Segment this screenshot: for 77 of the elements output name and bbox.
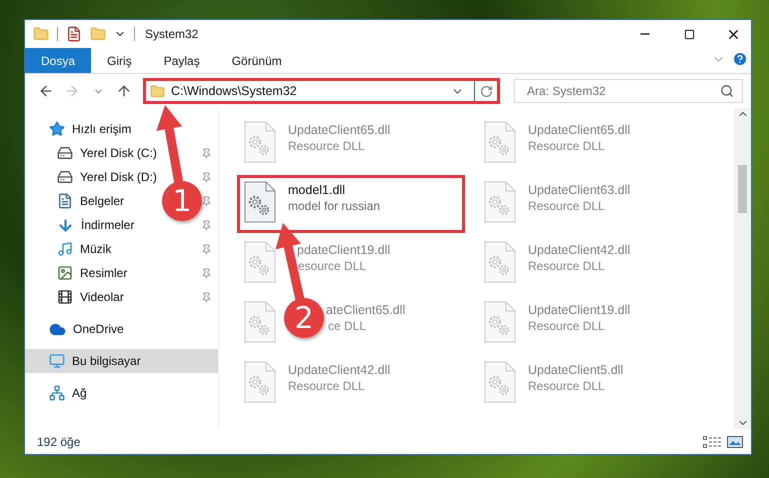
file-name[interactable]: model1.dll [288,183,380,197]
file-name[interactable]: UpdateClient42.dll [288,363,390,377]
gear-file-icon [244,181,276,223]
sidebar-item[interactable]: Belgeler [57,193,124,209]
scrollbar-thumb[interactable] [738,164,747,212]
star-icon [49,121,65,137]
ribbon-tab[interactable]: Paylaş [148,48,216,73]
sidebar-item[interactable]: OneDrive [49,320,124,338]
gear-file-icon [484,301,516,343]
properties-icon [66,26,82,42]
file-description: esource DLL [298,259,368,273]
sidebar-item[interactable]: Müzik [57,241,112,257]
window-title: System32 [145,27,200,41]
new-folder-icon [90,26,106,42]
search-field[interactable]: Ara: System32 [514,79,743,103]
sidebar-item[interactable]: Resimler [57,265,128,281]
sidebar-item[interactable]: Bu bilgisayar [49,353,141,369]
sidebar-item[interactable]: Videolar [57,289,124,305]
file-description: ce DLL [328,319,368,333]
gear-file-icon [484,121,516,163]
sidebar-item[interactable]: Ağ [49,385,87,401]
drive-icon [57,169,73,185]
file-name[interactable]: pdateClient19.dll [297,243,390,257]
monitor-icon [49,353,65,369]
step-number-badge: 2 [284,298,324,338]
up-arrow-icon [116,83,132,99]
download-arrow-icon [57,216,74,234]
file-name[interactable]: ateClient65.dll [326,303,406,317]
file-description: Resource DLL [528,319,606,333]
file-description: Resource DLL [528,199,606,213]
file-description: Resource DLL [528,139,606,153]
refresh-icon [480,84,492,98]
sidebar-item[interactable]: Yerel Disk (D:) [57,169,157,185]
gear-file-icon [484,241,516,283]
gear-file-icon [244,121,276,163]
large-icons-view-icon[interactable] [727,436,743,448]
sidebar-item[interactable]: İndirmeler [57,216,134,234]
search-input[interactable]: Ara: System32 [525,83,720,99]
picture-icon [57,265,73,281]
ribbon-tab[interactable]: Dosya [25,48,92,73]
file-description: Resource DLL [288,379,366,393]
network-icon [49,385,65,401]
file-name[interactable]: UpdateClient42.dll [528,243,630,257]
scrollbar[interactable] [734,108,751,429]
file-name[interactable]: UpdateClient63.dll [528,183,630,197]
file-description: Resource DLL [528,379,606,393]
music-note-icon [57,241,73,257]
sidebar-item[interactable]: Hızlı erişim [49,121,132,137]
folder-icon [150,84,165,98]
drive-icon [57,145,73,161]
folder-icon [33,26,49,42]
gear-file-icon [244,301,276,343]
film-icon [57,289,73,305]
ribbon-tab[interactable]: Görünüm [216,48,298,73]
gear-file-icon [244,361,276,403]
forward-arrow-icon [64,83,80,99]
search-icon [720,84,734,98]
help-icon [732,51,748,67]
file-name[interactable]: UpdateClient5.dll [528,363,624,377]
ribbon-tab[interactable]: Giriş [91,48,148,73]
file-description: Resource DLL [528,259,606,273]
address-path: C:\Windows\System32 [171,84,298,98]
file-name[interactable]: UpdateClient65.dll [528,123,630,137]
file-name[interactable]: UpdateClient19.dll [528,303,630,317]
address-bar[interactable]: C:\Windows\System32 [143,78,500,104]
sidebar-item[interactable]: Yerel Disk (C:) [57,145,157,161]
gear-file-icon [244,241,276,283]
details-view-icon[interactable] [703,436,721,448]
file-description: Resource DLL [288,139,366,153]
file-description: model for russian [288,199,380,213]
item-count: 192 öğe [37,434,82,448]
maximize-icon [684,28,694,40]
file-name[interactable]: UpdateClient65.dll [288,123,390,137]
gear-file-icon [484,361,516,403]
step-number-badge: 1 [162,181,202,221]
document-icon [57,193,73,209]
gear-file-icon [484,181,516,223]
